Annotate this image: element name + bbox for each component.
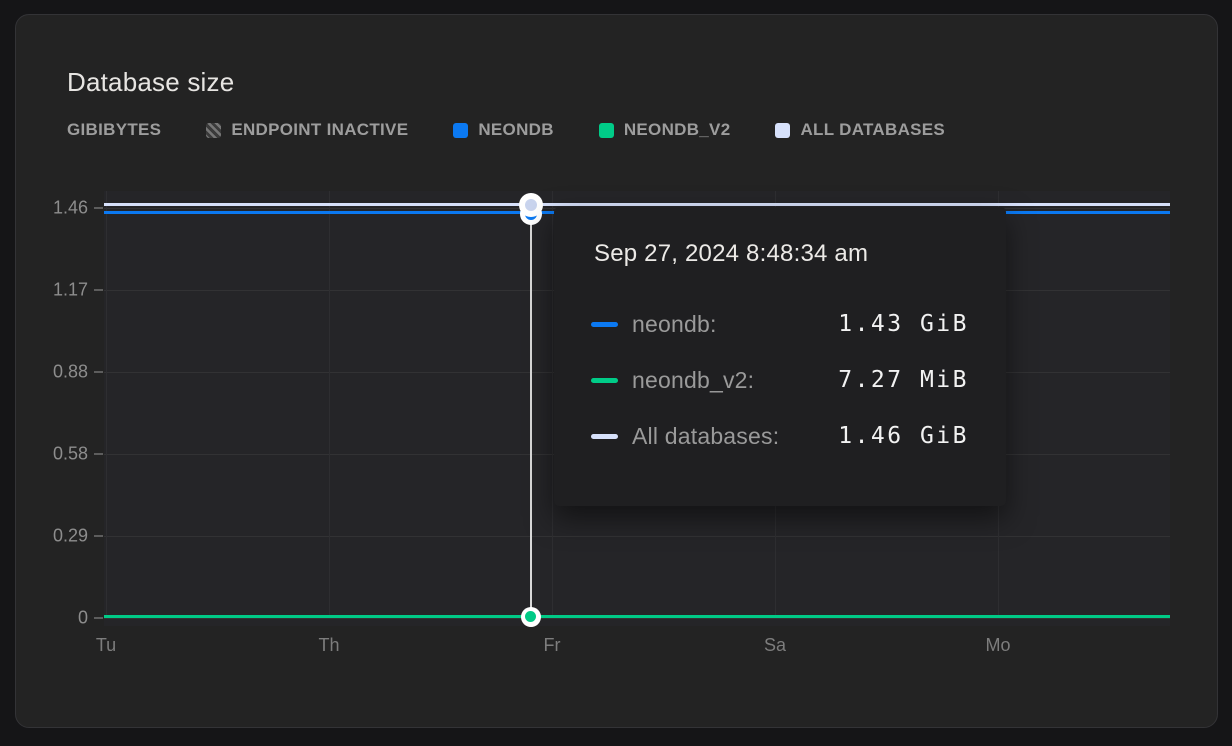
x-axis-tick-label: Mo bbox=[958, 635, 1038, 656]
all-databases-point-marker bbox=[525, 199, 537, 211]
legend-item-label: NEONDB bbox=[478, 120, 553, 140]
hover-crosshair-line bbox=[530, 200, 532, 621]
y-axis-tick-mark bbox=[94, 207, 103, 209]
all-databases-swatch-icon bbox=[775, 123, 790, 138]
legend-item-neondb-v2[interactable]: NEONDB_V2 bbox=[599, 120, 731, 140]
tooltip-series-value: 7.27 MiB bbox=[838, 367, 969, 393]
tooltip-row-neondb: neondb: 1.43 GiB bbox=[591, 307, 969, 341]
tooltip-timestamp: Sep 27, 2024 8:48:34 am bbox=[594, 237, 969, 271]
gridline-vertical bbox=[329, 191, 330, 618]
legend-item-label: NEONDB_V2 bbox=[624, 120, 731, 140]
tooltip-series-label: neondb: bbox=[632, 311, 717, 338]
y-axis-tick-label: 0.88 bbox=[26, 362, 88, 383]
legend-item-all-databases[interactable]: ALL DATABASES bbox=[775, 120, 945, 140]
x-axis-tick-label: Tu bbox=[66, 635, 146, 656]
chart-title: Database size bbox=[67, 67, 234, 98]
legend-item-neondb[interactable]: NEONDB bbox=[453, 120, 553, 140]
y-axis-tick-mark bbox=[94, 371, 103, 373]
all-databases-series-line bbox=[104, 203, 1170, 206]
y-axis-tick-label: 0.29 bbox=[26, 526, 88, 547]
tooltip-rows: neondb: 1.43 GiB neondb_v2: 7.27 MiB All… bbox=[591, 307, 969, 453]
database-size-card: Database size GIBIBYTES ENDPOINT INACTIV… bbox=[15, 14, 1218, 728]
x-axis-tick-label: Fr bbox=[512, 635, 592, 656]
legend-unit-label: GIBIBYTES bbox=[67, 120, 161, 140]
tooltip-row-neondb-v2: neondb_v2: 7.27 MiB bbox=[591, 363, 969, 397]
neondb-v2-swatch-icon bbox=[599, 123, 614, 138]
gridline-horizontal bbox=[104, 536, 1170, 537]
legend-item-label: ALL DATABASES bbox=[800, 120, 945, 140]
neondb-swatch-icon bbox=[453, 123, 468, 138]
y-axis-tick-mark bbox=[94, 535, 103, 537]
x-axis-tick-label: Th bbox=[289, 635, 369, 656]
y-axis-tick-label: 1.17 bbox=[26, 280, 88, 301]
gridline-vertical bbox=[106, 191, 107, 618]
chart-tooltip: Sep 27, 2024 8:48:34 am neondb: 1.43 GiB… bbox=[554, 207, 1006, 506]
x-axis-tick-label: Sa bbox=[735, 635, 815, 656]
tooltip-series-label: All databases: bbox=[632, 423, 779, 450]
neondb-v2-point-marker bbox=[525, 611, 536, 622]
gridline-horizontal bbox=[104, 618, 1170, 619]
y-axis-tick-mark bbox=[94, 453, 103, 455]
tooltip-series-label: neondb_v2: bbox=[632, 367, 754, 394]
legend-item-endpoint-inactive[interactable]: ENDPOINT INACTIVE bbox=[206, 120, 408, 140]
neondb-dash-icon bbox=[591, 322, 618, 327]
gridline-vertical bbox=[552, 191, 553, 618]
tooltip-row-all-databases: All databases: 1.46 GiB bbox=[591, 419, 969, 453]
neondb-v2-series-line bbox=[104, 615, 1170, 618]
neondb-v2-dash-icon bbox=[591, 378, 618, 383]
endpoint-inactive-hatch-icon bbox=[206, 123, 221, 138]
chart-legend: GIBIBYTES ENDPOINT INACTIVE NEONDB NEOND… bbox=[67, 122, 945, 138]
y-axis-tick-label: 1.46 bbox=[26, 198, 88, 219]
y-axis-tick-mark bbox=[94, 289, 103, 291]
all-databases-dash-icon bbox=[591, 434, 618, 439]
y-axis-tick-label: 0 bbox=[26, 608, 88, 629]
y-axis-tick-mark bbox=[94, 617, 103, 619]
tooltip-series-value: 1.43 GiB bbox=[838, 311, 969, 337]
legend-item-label: ENDPOINT INACTIVE bbox=[231, 120, 408, 140]
y-axis-tick-label: 0.58 bbox=[26, 444, 88, 465]
tooltip-series-value: 1.46 GiB bbox=[838, 423, 969, 449]
